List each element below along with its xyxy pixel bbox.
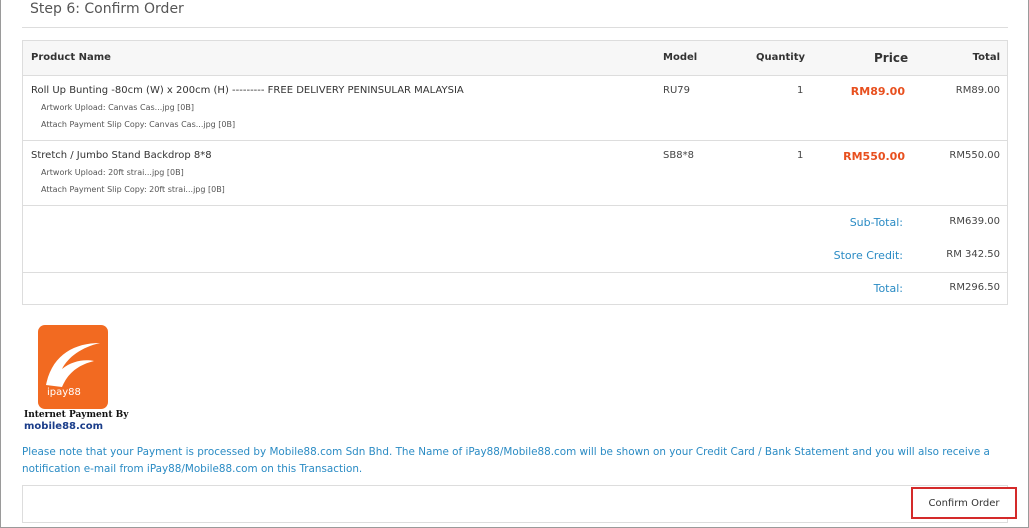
ipay88-brand-text: ipay88	[47, 387, 81, 398]
ipay88-logo-icon: ipay88	[38, 325, 108, 409]
product-option: Artwork Upload: 20ft strai...jpg [0B]	[41, 168, 184, 177]
product-quantity: 1	[797, 85, 804, 96]
header-product-name: Product Name	[31, 52, 111, 63]
order-table: Product Name Model Quantity Price Total …	[22, 40, 1008, 305]
product-option: Artwork Upload: Canvas Cas...jpg [0B]	[41, 103, 195, 112]
product-model: SB8*8	[663, 150, 694, 161]
confirm-order-button[interactable]: Confirm Order	[911, 487, 1017, 519]
header-total: Total	[972, 52, 1000, 63]
table-row: Stretch / Jumbo Stand Backdrop 8*8 Artwo…	[23, 141, 1007, 206]
subtotal-value: RM639.00	[949, 216, 1000, 227]
header-quantity: Quantity	[756, 52, 805, 63]
table-row: Roll Up Bunting -80cm (W) x 200cm (H) --…	[23, 76, 1007, 141]
ipay88-logo: ipay88 Internet Payment By mobile88.com	[22, 322, 128, 434]
step-title: Step 6: Confirm Order	[30, 1, 184, 17]
product-price: RM89.00	[850, 85, 905, 98]
logo-tagline: Internet Payment By	[24, 410, 129, 420]
total-label: Total:	[873, 282, 903, 295]
store-credit-label: Store Credit:	[833, 249, 903, 262]
total-value: RM296.50	[949, 282, 1000, 293]
header-model: Model	[663, 52, 698, 63]
step-header: Step 6: Confirm Order	[22, 0, 1008, 28]
confirm-bar: Confirm Order	[22, 485, 1017, 523]
product-option: Attach Payment Slip Copy: 20ft strai...j…	[41, 185, 225, 194]
header-price: Price	[874, 51, 909, 65]
product-quantity: 1	[797, 150, 804, 161]
payment-notice: Please note that your Payment is process…	[22, 446, 990, 475]
product-total: RM89.00	[955, 85, 1000, 96]
product-name-link[interactable]: Roll Up Bunting -80cm (W) x 200cm (H) --…	[31, 85, 464, 96]
product-price: RM550.00	[843, 150, 905, 163]
product-option: Attach Payment Slip Copy: Canvas Cas...j…	[41, 120, 236, 129]
subtotal-label: Sub-Total:	[849, 216, 903, 229]
product-total: RM550.00	[949, 150, 1000, 161]
table-header-row: Product Name Model Quantity Price Total	[23, 41, 1007, 76]
product-name-link[interactable]: Stretch / Jumbo Stand Backdrop 8*8	[31, 150, 212, 161]
logo-domain: mobile88.com	[24, 421, 104, 432]
store-credit-value: RM 342.50	[946, 249, 1000, 260]
product-model: RU79	[663, 85, 690, 96]
totals-divider	[23, 272, 1007, 273]
